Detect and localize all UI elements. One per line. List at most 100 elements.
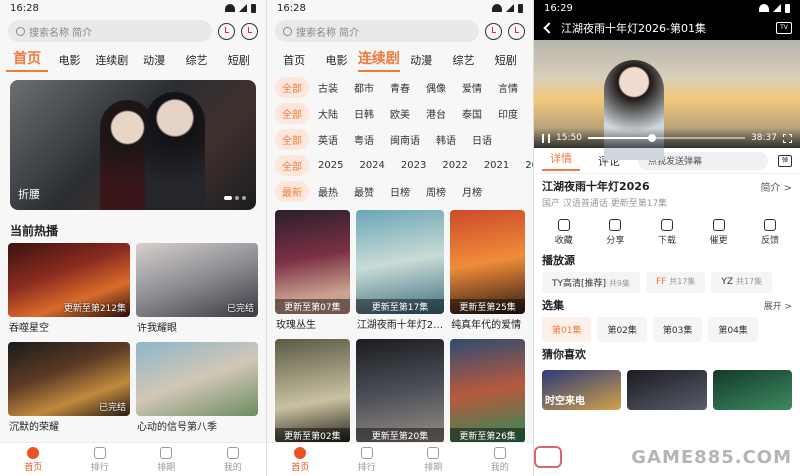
filter-chip[interactable]: 青春 bbox=[383, 77, 417, 98]
cast-tv-icon[interactable]: TV bbox=[776, 22, 792, 34]
search-input[interactable]: 搜索名称 简介 bbox=[8, 20, 212, 42]
tab-series[interactable]: 连续剧 bbox=[357, 48, 400, 72]
tab-short[interactable]: 短剧 bbox=[218, 52, 260, 72]
filter-chip[interactable]: 闽南语 bbox=[383, 129, 427, 150]
back-arrow-icon[interactable] bbox=[543, 22, 555, 34]
calendar-icon bbox=[160, 446, 173, 459]
filter-chip[interactable]: 月榜 bbox=[455, 181, 489, 202]
filter-chip[interactable]: 周榜 bbox=[419, 181, 453, 202]
source-option[interactable]: TY高清[推荐] 共9集 bbox=[542, 272, 640, 293]
show-card[interactable]: 更新至第17集 江湖夜雨十年灯2… bbox=[355, 210, 445, 333]
show-card[interactable]: 更新至第26集 bbox=[450, 339, 525, 443]
tab-home[interactable]: 首页 bbox=[6, 48, 49, 72]
video-player[interactable]: 15:50 38:37 bbox=[534, 40, 800, 160]
tab-movie[interactable]: 电影 bbox=[315, 52, 357, 72]
recommend-card[interactable]: 时空来电 bbox=[542, 370, 622, 410]
favorite-button[interactable]: 收藏 bbox=[555, 219, 573, 246]
filter-chip[interactable]: 印度 bbox=[491, 103, 525, 124]
history-icon[interactable] bbox=[508, 22, 525, 40]
filter-chip[interactable]: 全部 bbox=[275, 128, 309, 150]
download-icon[interactable] bbox=[218, 22, 235, 40]
seek-bar[interactable] bbox=[587, 134, 746, 142]
hero-banner[interactable]: 折腰 bbox=[10, 80, 256, 210]
filter-chip[interactable]: 2021 bbox=[477, 157, 516, 174]
nav-rank[interactable]: 排行 bbox=[334, 443, 401, 476]
filter-chip[interactable]: 欧美 bbox=[383, 103, 417, 124]
tab-variety[interactable]: 综艺 bbox=[175, 52, 217, 72]
filter-chip[interactable]: 全部 bbox=[275, 102, 309, 124]
filter-chip[interactable]: 英语 bbox=[311, 129, 345, 150]
show-card[interactable]: 更新至第07集 玫瑰丛生 bbox=[275, 210, 350, 333]
nav-schedule[interactable]: 排期 bbox=[133, 443, 200, 476]
tab-short[interactable]: 短剧 bbox=[485, 52, 527, 72]
nav-schedule[interactable]: 排期 bbox=[400, 443, 467, 476]
episode-button[interactable]: 第01集 bbox=[542, 317, 592, 342]
filter-chip[interactable]: 港台 bbox=[419, 103, 453, 124]
show-card[interactable]: 更新至第02集 bbox=[275, 339, 350, 443]
filter-chip[interactable]: 最热 bbox=[311, 181, 345, 202]
show-card[interactable]: 更新至第25集 纯真年代的爱情 bbox=[450, 210, 525, 333]
show-card[interactable]: 已完结 沉默的荣耀 bbox=[8, 342, 130, 435]
filter-chip[interactable]: 最赞 bbox=[347, 181, 381, 202]
filter-chip[interactable]: 202 bbox=[518, 157, 533, 174]
tab-anime[interactable]: 动漫 bbox=[133, 52, 175, 72]
pause-icon[interactable] bbox=[542, 133, 550, 143]
recommend-card[interactable] bbox=[712, 370, 792, 410]
filter-chip[interactable]: 全部 bbox=[275, 76, 309, 98]
tab-variety[interactable]: 综艺 bbox=[442, 52, 484, 72]
share-button[interactable]: 分享 bbox=[606, 219, 624, 246]
filter-chip[interactable]: 韩语 bbox=[429, 129, 463, 150]
fullscreen-icon[interactable] bbox=[783, 133, 792, 143]
source-option[interactable]: YZ 共17集 bbox=[711, 272, 773, 293]
search-icon bbox=[16, 26, 25, 36]
nav-home[interactable]: 首页 bbox=[267, 443, 334, 476]
episode-button[interactable]: 第02集 bbox=[597, 317, 647, 342]
recommend-card[interactable] bbox=[627, 370, 707, 410]
filter-chip[interactable]: 日榜 bbox=[383, 181, 417, 202]
nav-home[interactable]: 首页 bbox=[0, 443, 67, 476]
nav-profile[interactable]: 我的 bbox=[200, 443, 267, 476]
filter-chip[interactable]: 粤语 bbox=[347, 129, 381, 150]
show-card[interactable]: 更新至第20集 bbox=[355, 339, 445, 443]
filter-chip[interactable]: 2023 bbox=[394, 157, 433, 174]
episode-button[interactable]: 第03集 bbox=[652, 317, 703, 342]
filter-chip[interactable]: 最新 bbox=[275, 180, 309, 202]
filter-chip[interactable]: 2025 bbox=[311, 157, 350, 174]
filter-chip[interactable]: 全部 bbox=[275, 154, 309, 176]
episode-button[interactable]: 第04集 bbox=[708, 317, 758, 342]
seek-handle[interactable] bbox=[648, 134, 657, 142]
filter-chip[interactable]: 古装 bbox=[311, 77, 345, 98]
tab-details[interactable]: 详情 bbox=[542, 150, 580, 171]
danmu-toggle-icon[interactable]: 弹 bbox=[778, 154, 792, 167]
filter-chip[interactable]: 大陆 bbox=[311, 103, 345, 124]
search-input[interactable]: 搜索名称 简介 bbox=[275, 20, 479, 42]
filter-chip[interactable]: 2022 bbox=[435, 157, 474, 174]
tab-anime[interactable]: 动漫 bbox=[400, 52, 442, 72]
filter-chip[interactable]: 偶像 bbox=[419, 77, 453, 98]
tab-home[interactable]: 首页 bbox=[273, 52, 315, 72]
remind-button[interactable]: 催更 bbox=[710, 219, 728, 246]
source-option[interactable]: FF 共17集 bbox=[646, 272, 706, 293]
intro-link[interactable]: 简介 > bbox=[760, 179, 792, 194]
show-card[interactable]: 心动的信号第八季 bbox=[136, 342, 258, 435]
nav-rank[interactable]: 排行 bbox=[67, 443, 134, 476]
filter-chip[interactable]: 言情 bbox=[491, 77, 525, 98]
show-card[interactable]: 已完结 许我耀眼 bbox=[136, 243, 258, 336]
feedback-icon bbox=[764, 219, 777, 231]
tab-series[interactable]: 连续剧 bbox=[91, 52, 133, 72]
feedback-button[interactable]: 反馈 bbox=[761, 219, 779, 246]
filter-chip[interactable]: 日韩 bbox=[347, 103, 381, 124]
filter-chip[interactable]: 泰国 bbox=[455, 103, 489, 124]
filter-chip[interactable]: 都市 bbox=[347, 77, 381, 98]
expand-link[interactable]: 展开 > bbox=[764, 299, 792, 312]
bottom-nav: 首页 排行 排期 我的 bbox=[267, 442, 533, 476]
history-icon[interactable] bbox=[241, 22, 258, 40]
download-button[interactable]: 下载 bbox=[658, 219, 676, 246]
nav-profile[interactable]: 我的 bbox=[467, 443, 534, 476]
filter-chip[interactable]: 日语 bbox=[465, 129, 499, 150]
filter-chip[interactable]: 爱情 bbox=[455, 77, 489, 98]
tab-movie[interactable]: 电影 bbox=[48, 52, 90, 72]
filter-chip[interactable]: 2024 bbox=[352, 157, 391, 174]
show-card[interactable]: 更新至第212集 吞噬星空 bbox=[8, 243, 130, 336]
download-icon[interactable] bbox=[485, 22, 502, 40]
